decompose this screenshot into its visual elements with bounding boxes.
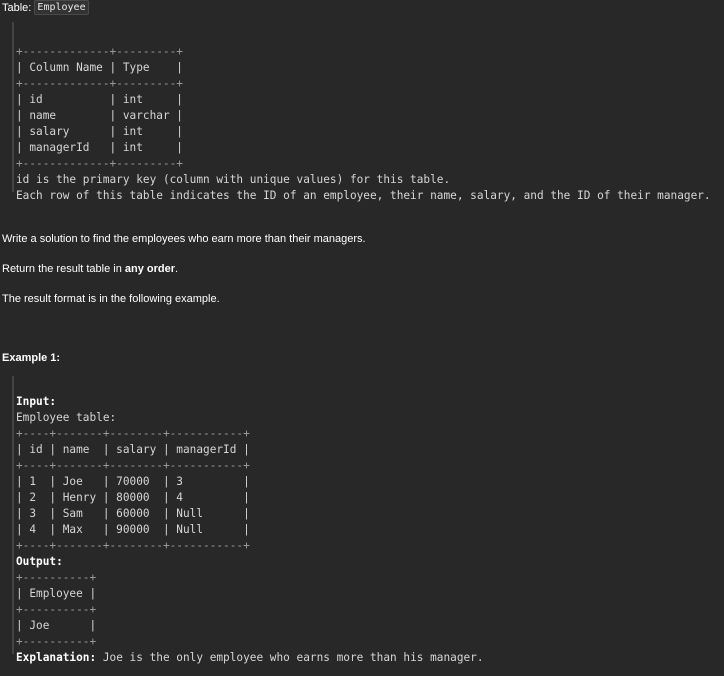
schema-note-line: id is the primary key (column with uniqu… <box>16 173 451 186</box>
schema-table: +-------------+---------+ | Column Name |… <box>16 28 711 220</box>
output-border-bottom: +----------+ <box>16 635 97 648</box>
format-note: The result format is in the following ex… <box>2 293 220 305</box>
schema-border-top: +-------------+---------+ <box>16 45 183 58</box>
table-label: Table: <box>2 2 32 14</box>
input-header-row: | id | name | salary | managerId | <box>16 443 250 456</box>
example-code-block <box>12 376 14 654</box>
input-row: | 3 | Sam | 60000 | Null | <box>16 507 250 520</box>
input-row: | 1 | Joe | 70000 | 3 | <box>16 475 250 488</box>
input-border-bottom: +----+-------+--------+-----------+ <box>16 539 250 552</box>
input-row: | 4 | Max | 90000 | Null | <box>16 523 250 536</box>
table-heading: Table: Employee <box>2 0 89 16</box>
schema-row: | managerId | int | <box>16 141 183 154</box>
input-table-caption: Employee table: <box>16 411 117 424</box>
output-border-top: +----------+ <box>16 571 97 584</box>
explanation-label: Explanation: <box>16 651 97 664</box>
return-prefix: Return the result table in <box>2 263 125 275</box>
input-row: | 2 | Henry | 80000 | 4 | <box>16 491 250 504</box>
return-order-line: Return the result table in any order. <box>2 261 178 277</box>
output-border-mid: +----------+ <box>16 603 97 616</box>
explanation-text: Joe is the only employee who earns more … <box>96 651 484 664</box>
schema-row: | id | int | <box>16 93 183 106</box>
schema-row: | salary | int | <box>16 125 183 138</box>
explanation-line: Explanation: Joe is the only employee wh… <box>16 650 484 666</box>
input-label: Input: <box>16 395 57 408</box>
schema-header-row: | Column Name | Type | <box>16 61 183 74</box>
schema-code-block <box>12 22 14 192</box>
output-label: Output: <box>16 555 63 568</box>
schema-note-line: Each row of this table indicates the ID … <box>16 189 711 202</box>
input-border-top: +----+-------+--------+-----------+ <box>16 427 250 440</box>
schema-border-bottom: +-------------+---------+ <box>16 157 183 170</box>
problem-statement: Write a solution to find the employees w… <box>2 233 366 245</box>
input-border-mid: +----+-------+--------+-----------+ <box>16 459 250 472</box>
schema-row: | name | varchar | <box>16 109 183 122</box>
output-row: | Joe | <box>16 619 97 632</box>
example-content: Input: Employee table: +----+-------+-----… <box>16 378 484 676</box>
return-suffix: . <box>175 263 179 275</box>
output-header-row: | Employee | <box>16 587 97 600</box>
return-bold: any order <box>124 263 176 275</box>
table-name-code: Employee <box>34 0 89 15</box>
schema-border-mid: +-------------+---------+ <box>16 77 183 90</box>
example-title: Example 1: <box>2 352 61 364</box>
